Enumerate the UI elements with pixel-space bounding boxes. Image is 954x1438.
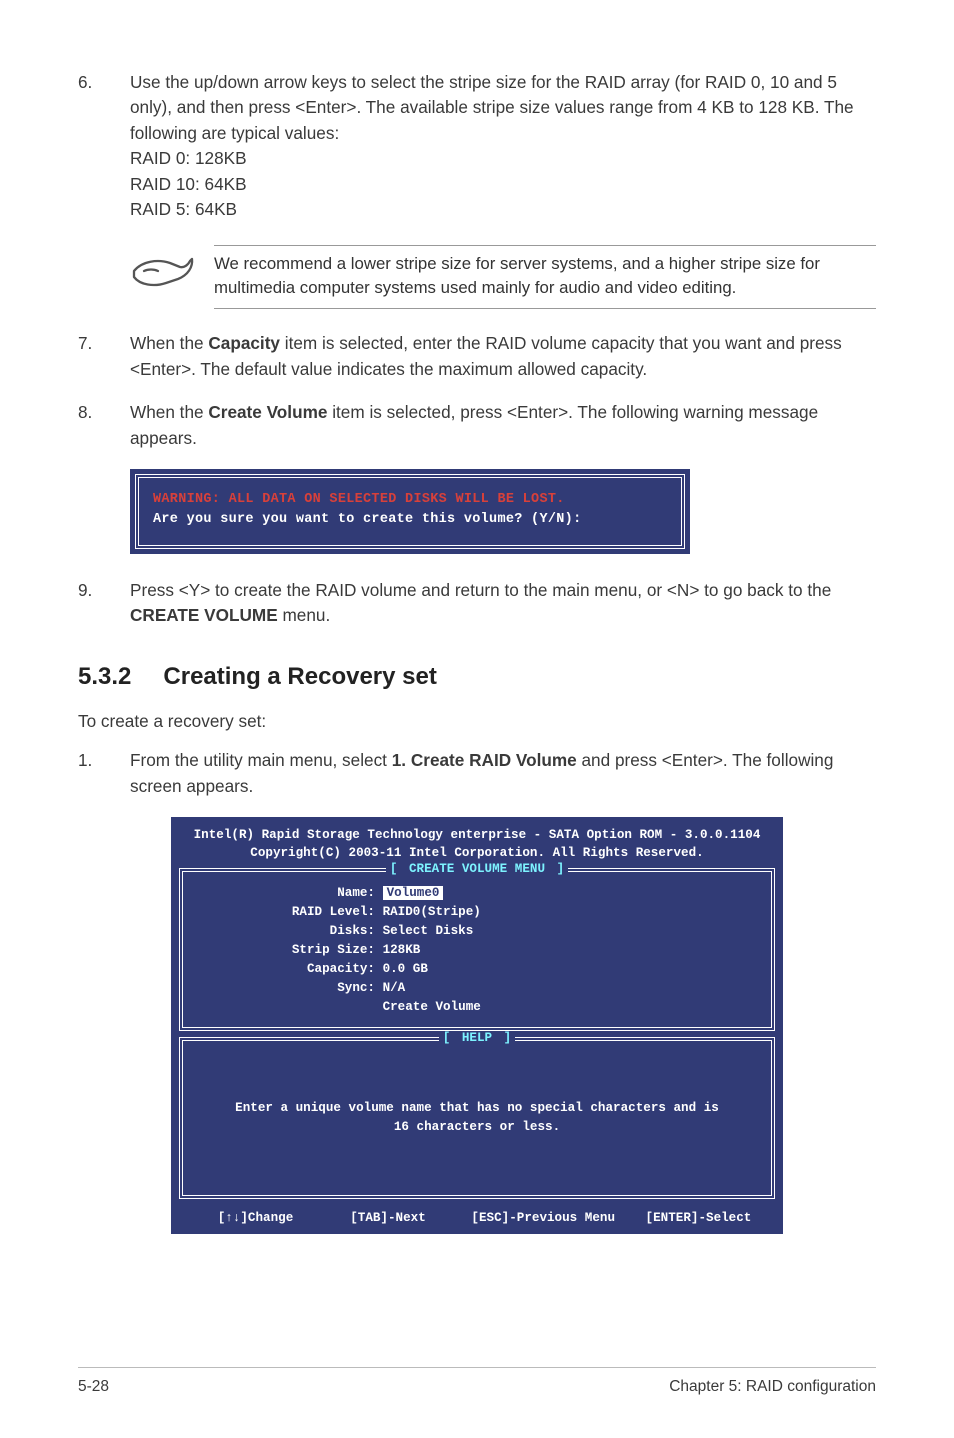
warning-line-red: WARNING: ALL DATA ON SELECTED DISKS WILL… <box>153 490 667 510</box>
help-line: Enter a unique volume name that has no s… <box>205 1099 749 1118</box>
bios-field-value: Select Disks <box>383 924 474 938</box>
step-text: menu. <box>278 605 331 625</box>
note-block: We recommend a lower stripe size for ser… <box>130 245 876 310</box>
bios-header-line: Intel(R) Rapid Storage Technology enterp… <box>179 826 775 844</box>
panel-title: [ CREATE VOLUME MENU ] <box>183 862 771 876</box>
step-body: From the utility main menu, select 1. Cr… <box>130 748 876 799</box>
step-text: When the <box>130 333 208 353</box>
bios-field-value: Create Volume <box>383 1000 481 1014</box>
bios-field-row: Name: Volume0 <box>195 884 759 903</box>
step-text: When the <box>130 402 208 422</box>
create-volume-panel: [ CREATE VOLUME MENU ] Name: Volume0RAID… <box>179 868 775 1030</box>
bios-field-row: Disks: Select Disks <box>195 922 759 941</box>
chapter-label: Chapter 5: RAID configuration <box>669 1378 876 1396</box>
step-6: 6. Use the up/down arrow keys to select … <box>78 70 876 223</box>
intro-para: To create a recovery set: <box>78 709 876 734</box>
footer-key-change: [↑↓]Change <box>193 1211 318 1225</box>
bios-field-label: Strip Size: <box>195 941 375 960</box>
step-bold: Create Volume <box>208 402 327 422</box>
footer-key-select: [ENTER]-Select <box>636 1211 761 1225</box>
bios-field-label: Capacity: <box>195 960 375 979</box>
step-text: Use the up/down arrow keys to select the… <box>130 72 854 143</box>
step-number: 1. <box>78 748 130 799</box>
section-number: 5.3.2 <box>78 663 131 691</box>
bios-footer: [↑↓]Change [TAB]-Next [ESC]-Previous Men… <box>179 1205 775 1227</box>
page-footer: 5-28 Chapter 5: RAID configuration <box>78 1367 876 1396</box>
step-body: Use the up/down arrow keys to select the… <box>130 70 876 223</box>
bios-field-value: N/A <box>383 981 406 995</box>
step-7: 7. When the Capacity item is selected, e… <box>78 331 876 382</box>
warning-inner: WARNING: ALL DATA ON SELECTED DISKS WILL… <box>135 474 685 549</box>
panel-title: [ HELP ] <box>183 1031 771 1045</box>
help-line: 16 characters or less. <box>205 1118 749 1137</box>
step-number: 6. <box>78 70 130 223</box>
bios-header-line: Copyright(C) 2003-11 Intel Corporation. … <box>179 844 775 862</box>
bios-field-label: Sync: <box>195 979 375 998</box>
bios-field-row: Sync: N/A <box>195 979 759 998</box>
bios-field-value: 0.0 GB <box>383 962 428 976</box>
step-bold: Capacity <box>208 333 280 353</box>
bios-field-value: RAID0(Stripe) <box>383 905 481 919</box>
step-body: Press <Y> to create the RAID volume and … <box>130 578 876 629</box>
raid-line: RAID 10: 64KB <box>130 174 247 194</box>
bios-field-row: Strip Size: 128KB <box>195 941 759 960</box>
step-number: 9. <box>78 578 130 629</box>
bios-field-row: Capacity: 0.0 GB <box>195 960 759 979</box>
bios-fields: Name: Volume0RAID Level: RAID0(Stripe)Di… <box>195 882 759 1016</box>
raid-line: RAID 0: 128KB <box>130 148 247 168</box>
page-number: 5-28 <box>78 1378 109 1396</box>
raid-line: RAID 5: 64KB <box>130 199 237 219</box>
step-1: 1. From the utility main menu, select 1.… <box>78 748 876 799</box>
bios-field-label: Disks: <box>195 922 375 941</box>
step-number: 8. <box>78 400 130 451</box>
bios-field-row: RAID Level: RAID0(Stripe) <box>195 903 759 922</box>
section-title: Creating a Recovery set <box>163 663 436 691</box>
footer-key-prev: [ESC]-Previous Menu <box>458 1211 628 1225</box>
step-number: 7. <box>78 331 130 382</box>
step-body: When the Create Volume item is selected,… <box>130 400 876 451</box>
bios-field-label: Name: <box>195 884 375 903</box>
step-bold: CREATE VOLUME <box>130 605 278 625</box>
bios-field-label: RAID Level: <box>195 903 375 922</box>
note-text: We recommend a lower stripe size for ser… <box>214 245 876 310</box>
footer-key-next: [TAB]-Next <box>326 1211 451 1225</box>
warning-line-white: Are you sure you want to create this vol… <box>153 510 667 530</box>
bios-field-value: Volume0 <box>383 886 444 900</box>
warning-dialog: WARNING: ALL DATA ON SELECTED DISKS WILL… <box>130 469 690 554</box>
step-text: From the utility main menu, select <box>130 750 392 770</box>
bios-screenshot: Intel(R) Rapid Storage Technology enterp… <box>171 817 783 1234</box>
bios-field-row: Create Volume <box>195 998 759 1017</box>
panel-title-text: CREATE VOLUME MENU <box>405 862 549 876</box>
step-bold: 1. Create RAID Volume <box>392 750 577 770</box>
step-9: 9. Press <Y> to create the RAID volume a… <box>78 578 876 629</box>
help-panel: [ HELP ] Enter a unique volume name that… <box>179 1037 775 1199</box>
note-hand-icon <box>130 253 196 293</box>
section-heading: 5.3.2 Creating a Recovery set <box>78 663 876 691</box>
step-body: When the Capacity item is selected, ente… <box>130 331 876 382</box>
step-8: 8. When the Create Volume item is select… <box>78 400 876 451</box>
step-text: Press <Y> to create the RAID volume and … <box>130 580 831 600</box>
panel-title-text: HELP <box>458 1031 496 1045</box>
help-text: Enter a unique volume name that has no s… <box>195 1051 759 1185</box>
bios-field-value: 128KB <box>383 943 421 957</box>
